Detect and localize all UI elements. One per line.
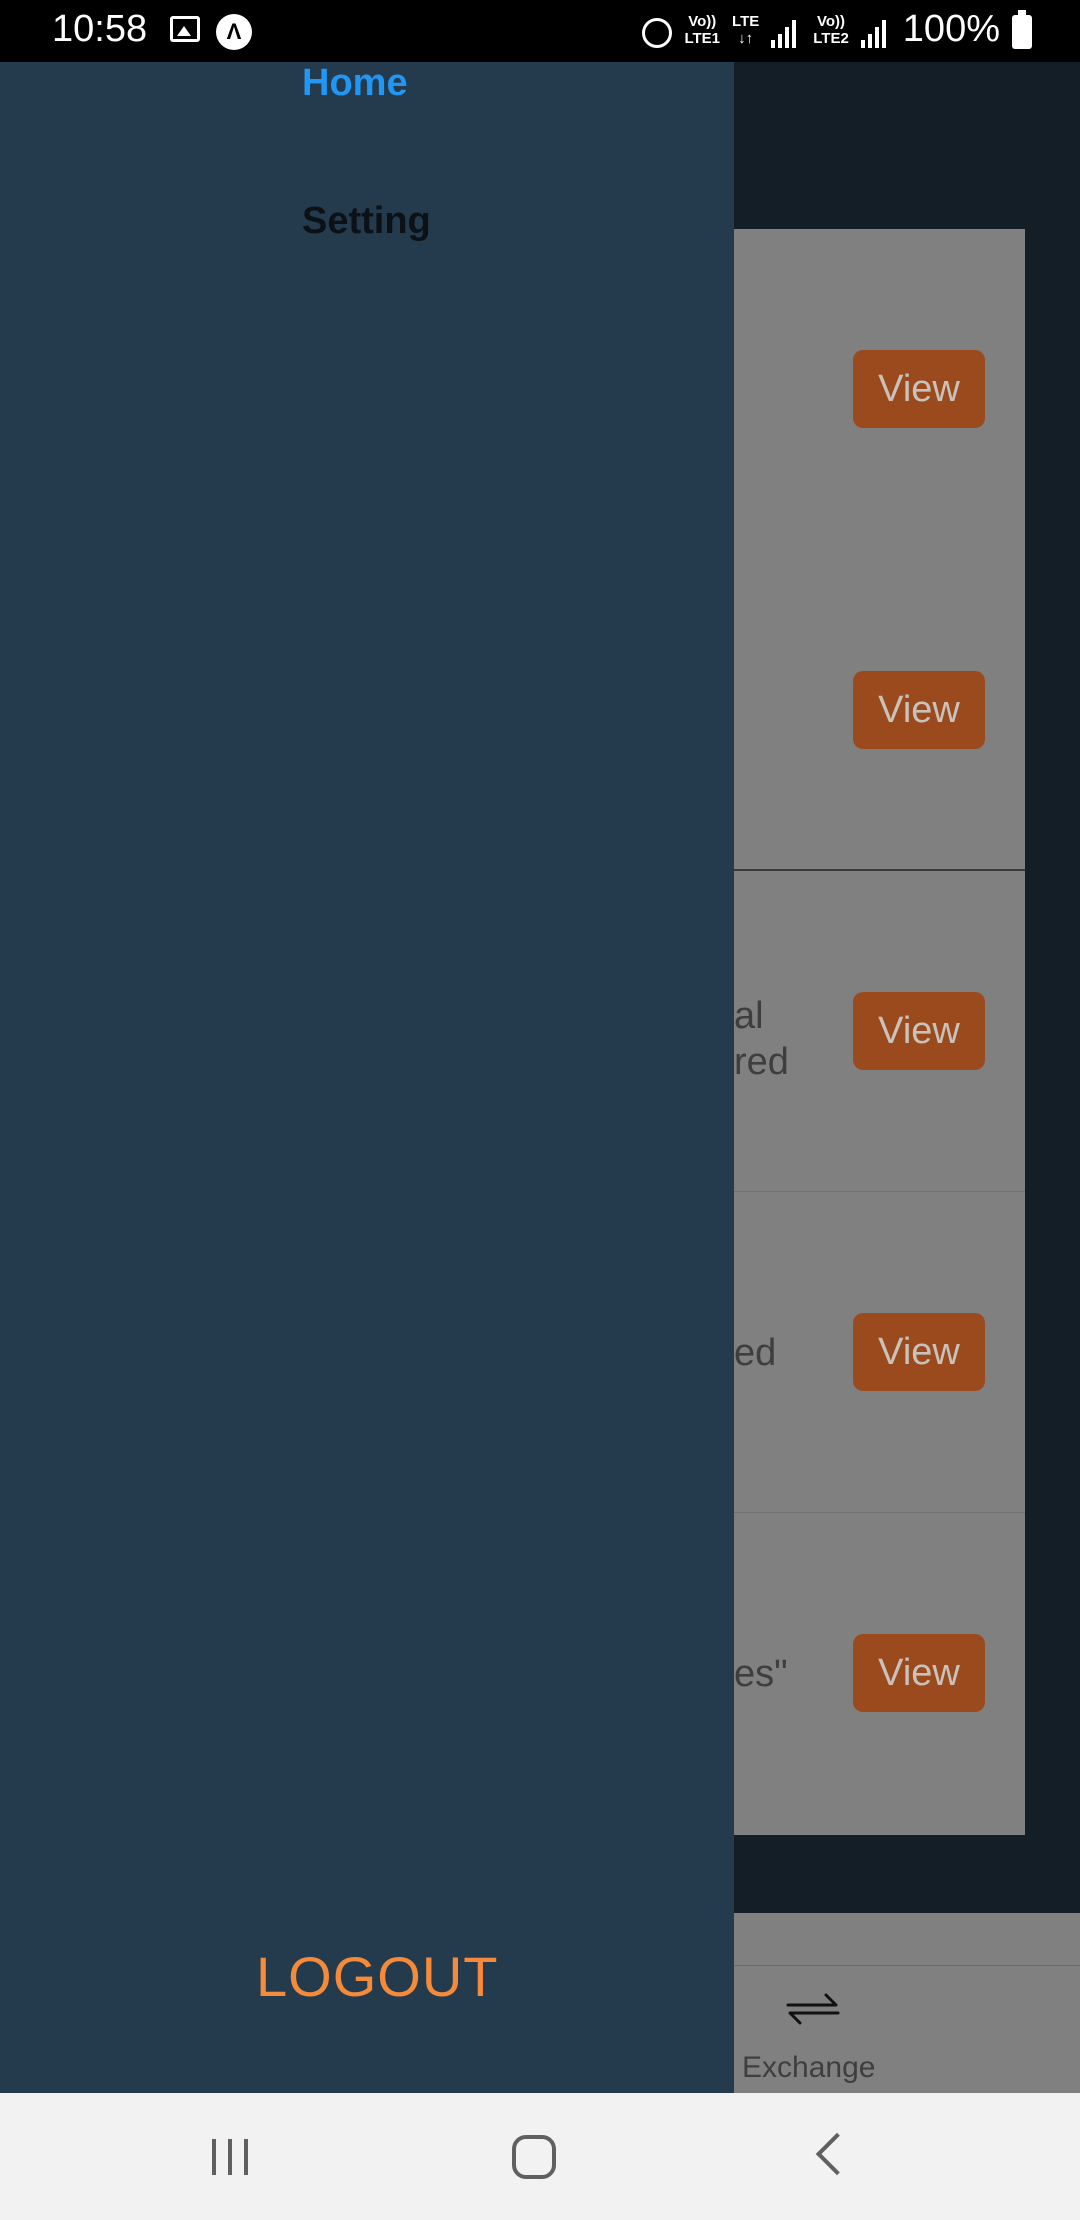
list-item: View [734,550,1025,871]
exchange-icon [786,1993,840,2025]
view-button[interactable]: View [853,1634,985,1712]
list-item: View [734,229,1025,550]
gallery-notification-icon [170,16,200,42]
view-button[interactable]: View [853,992,985,1070]
item-text-fragment: es" [734,1653,788,1695]
battery-icon [1012,9,1032,49]
bottom-tab-bar: Exchange [734,1913,1080,2093]
logout-button[interactable]: LOGOUT [256,1944,498,2009]
view-button[interactable]: View [853,671,985,749]
list-item: es" View [734,1513,1025,1834]
battery-percent: 100% [902,8,1000,50]
item-text-fragment: al [734,995,764,1037]
recents-icon[interactable] [212,2139,252,2175]
system-nav-bar [0,2093,1080,2220]
back-icon[interactable] [815,2132,859,2176]
app-notification-icon: Λ [216,14,252,50]
background-list-card: View View al red View ed View es" View [734,229,1025,1835]
status-bar: 10:58 Λ Vo)) LTE1 LTE ↓↑ Vo)) LTE2 100% [0,0,1080,62]
view-button[interactable]: View [853,350,985,428]
tab-exchange-label[interactable]: Exchange [742,2051,875,2085]
network-lte2: Vo)) LTE2 [813,12,849,47]
view-button[interactable]: View [853,1313,985,1391]
list-item: ed View [734,1192,1025,1513]
item-text-fragment: red [734,1041,789,1083]
home-icon[interactable] [512,2135,556,2179]
network-lte-data: LTE ↓↑ [732,12,760,47]
signal-icon-2 [860,18,891,48]
list-item: al red View [734,871,1025,1192]
status-time: 10:58 [52,8,148,50]
network-lte1: Vo)) LTE1 [684,12,721,47]
status-right-group: Vo)) LTE1 LTE ↓↑ Vo)) LTE2 100% [642,8,1032,51]
signal-icon [771,18,801,48]
drawer-item-setting[interactable]: Setting [302,200,431,243]
drawer-item-home[interactable]: Home [302,62,408,105]
alarm-icon [642,17,673,48]
item-text-fragment: ed [734,1332,777,1374]
navigation-drawer: Home Setting LOGOUT [0,62,734,2093]
divider [734,1965,1080,1966]
